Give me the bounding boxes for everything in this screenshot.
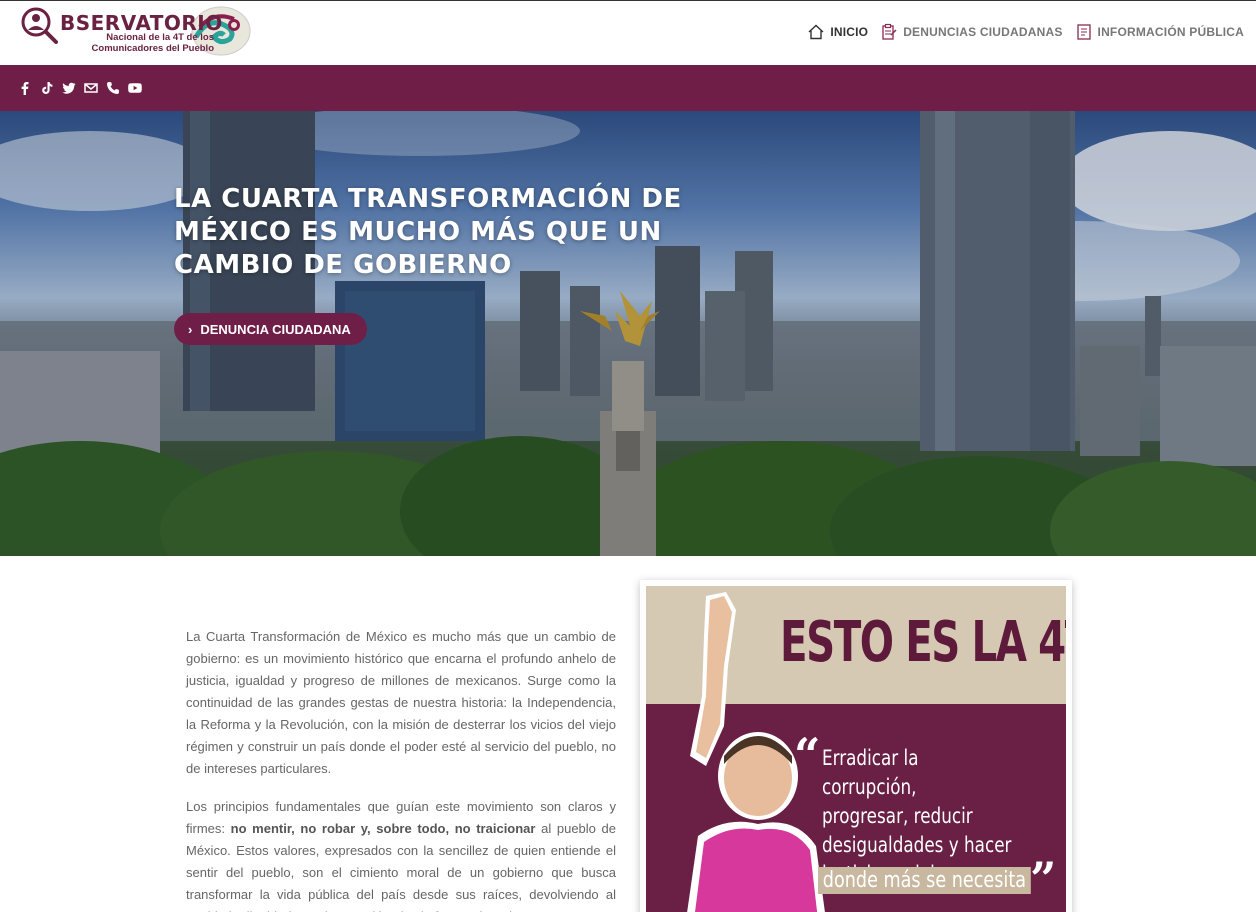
close-quote-icon: ” <box>1030 852 1057 906</box>
article-paragraph: La Cuarta Transformación de México es mu… <box>186 629 616 776</box>
main-nav: INICIO DENUNCIAS CIUDADANAS INFORMACIÓN … <box>807 23 1244 41</box>
email-link[interactable] <box>84 81 98 95</box>
chevron-right-icon: › <box>188 321 193 337</box>
poster-quote-line: desigualdades y hacer <box>822 833 1012 857</box>
poster-quote-line: progresar, reducir <box>822 804 973 828</box>
button-label: DENUNCIA CIUDADANA <box>200 321 351 337</box>
poster-headline: ESTO ES LA 4T: <box>780 610 1066 675</box>
social-bar <box>0 65 1256 111</box>
logo-subtitle-line: Nacional de la 4T de los <box>106 32 214 43</box>
nav-item-denuncias[interactable]: DENUNCIAS CIUDADANAS <box>880 23 1062 41</box>
youtube-link[interactable] <box>128 81 142 95</box>
article-paragraph: Los principios fundamentales que guían e… <box>186 796 616 912</box>
facebook-link[interactable] <box>18 81 32 95</box>
nav-item-label: DENUNCIAS CIUDADANAS <box>903 25 1063 39</box>
phone-link[interactable] <box>106 81 120 95</box>
site-logo[interactable]: BSERVATORIO Nacional de la 4T de los Com… <box>20 5 252 59</box>
document-icon <box>1076 24 1091 40</box>
poster-content: ESTO ES LA 4T: “ Erradicar la corrupción… <box>646 586 1066 912</box>
tiktok-link[interactable] <box>40 81 54 95</box>
hero-banner: LA CUARTA TRANSFORMACIÓN DE MÉXICO ES MU… <box>0 111 1256 556</box>
email-icon <box>84 83 98 93</box>
logo-subtitle: Nacional de la 4T de los Comunicadores d… <box>74 32 214 54</box>
denuncia-ciudadana-button[interactable]: › DENUNCIA CIUDADANA <box>174 313 367 345</box>
home-icon <box>808 24 824 40</box>
poster-highlight: donde más se necesita <box>818 867 1031 894</box>
phone-icon <box>107 82 119 94</box>
twitter-icon <box>62 82 76 94</box>
clipboard-icon <box>882 23 897 40</box>
site-header: BSERVATORIO Nacional de la 4T de los Com… <box>0 0 1256 65</box>
nav-item-inicio[interactable]: INICIO <box>807 23 868 41</box>
facebook-icon <box>21 82 29 95</box>
poster-image: ESTO ES LA 4T: “ Erradicar la corrupción… <box>640 580 1072 912</box>
nav-item-label: INFORMACIÓN PÚBLICA <box>1097 25 1244 39</box>
open-quote-icon: “ <box>794 728 821 782</box>
tiktok-icon <box>42 82 53 94</box>
youtube-icon <box>128 83 142 93</box>
logo-subtitle-line: Comunicadores del Pueblo <box>91 43 214 54</box>
article-bold-text: no mentir, no robar y, sobre todo, no tr… <box>230 821 536 836</box>
twitter-link[interactable] <box>62 81 76 95</box>
hero-title: LA CUARTA TRANSFORMACIÓN DE MÉXICO ES MU… <box>174 184 682 280</box>
nav-item-informacion[interactable]: INFORMACIÓN PÚBLICA <box>1075 23 1244 41</box>
article-body: La Cuarta Transformación de México es mu… <box>186 626 616 912</box>
poster-quote-line: Erradicar la corrupción, <box>822 746 919 799</box>
nav-item-label: INICIO <box>830 25 869 39</box>
